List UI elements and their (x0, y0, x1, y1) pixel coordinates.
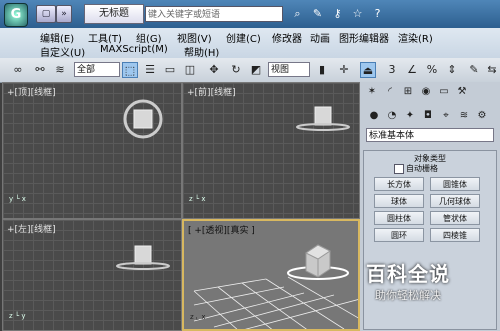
spinner-snap-icon[interactable]: ⇕ (444, 62, 460, 78)
menu-create[interactable]: 创建(C) (226, 30, 261, 45)
viewport-top-label[interactable]: +[顶][线框] (7, 85, 56, 98)
display-tab-icon[interactable]: ▭ (436, 85, 452, 99)
main-toolbar: ∞ ⚯ ≋ 全部 ⬚ ☰ ▭ ◫ ✥ ↻ ◩ 视图 ▮ ✛ ⏏ 3 ∠ % ⇕ … (0, 58, 500, 83)
torus-button[interactable]: 圆环 (374, 228, 424, 242)
menu-help[interactable]: 帮助(H) (184, 44, 219, 59)
app-logo-button[interactable]: G (4, 3, 28, 27)
utilities-tab-icon[interactable]: ⚒ (454, 85, 470, 99)
menu-tools[interactable]: 工具(T) (88, 30, 122, 45)
cone-button[interactable]: 圆锥体 (430, 177, 480, 191)
shapes-icon[interactable]: ◔ (384, 109, 400, 123)
search-input[interactable]: 键入关键字或短语 (145, 6, 283, 22)
autogrid-label: 自动栅格 (406, 164, 438, 173)
sphere-button[interactable]: 球体 (374, 194, 424, 208)
help-icon[interactable]: ? (370, 6, 385, 21)
document-title: 无标题 (84, 4, 144, 24)
selection-filter-select[interactable]: 全部 (74, 62, 120, 77)
object-category-select[interactable]: 标准基本体 (366, 128, 494, 142)
geosphere-button[interactable]: 几何球体 (430, 194, 480, 208)
percent-snap-icon[interactable]: % (424, 62, 440, 78)
menu-rendering[interactable]: 渲染(R) (398, 30, 433, 45)
create-tab-icon[interactable]: ✶ (364, 85, 380, 99)
viewport-front[interactable]: +[前][线框] z └ x (182, 82, 360, 219)
watermark-logo: 百科全说 助你轻松解决 (348, 258, 468, 304)
pivot-center-icon[interactable]: ▮ (314, 62, 330, 78)
bind-space-warp-icon[interactable]: ≋ (52, 62, 68, 78)
quick-access-more-icon[interactable]: » (56, 5, 72, 23)
menu-views[interactable]: 视图(V) (177, 30, 212, 45)
wrench-icon[interactable]: ✎ (310, 6, 325, 21)
key-icon[interactable]: ⚷ (330, 6, 345, 21)
modify-tab-icon[interactable]: ◜ (382, 85, 398, 99)
box-button[interactable]: 长方体 (374, 177, 424, 191)
manipulate-icon[interactable]: ✛ (336, 62, 352, 78)
viewport-left[interactable]: +[左][线框] z └ y (2, 219, 182, 331)
front-view-object (296, 106, 350, 131)
tube-button[interactable]: 管状体 (430, 211, 480, 225)
snaps-toggle-icon[interactable]: 3 (384, 62, 400, 78)
menu-graph-editors[interactable]: 图形编辑器 (339, 30, 389, 45)
menu-customize[interactable]: 自定义(U) (40, 44, 85, 59)
axis-tripod-icon: z └ y (9, 312, 26, 320)
autogrid-checkbox[interactable] (394, 164, 404, 174)
title-bar: G ▢ » 无标题 键入关键字或短语 ⌕ ✎ ⚷ ☆ ? (0, 0, 500, 28)
motion-tab-icon[interactable]: ◉ (418, 85, 434, 99)
viewport-front-label[interactable]: +[前][线框] (187, 85, 236, 98)
unlink-icon[interactable]: ⚯ (32, 62, 48, 78)
select-and-move-icon[interactable]: ✥ (206, 62, 222, 78)
pyramid-button[interactable]: 四棱锥 (430, 228, 480, 242)
select-and-rotate-icon[interactable]: ↻ (228, 62, 244, 78)
reference-coordinate-select[interactable]: 视图 (268, 62, 310, 77)
menu-maxscript[interactable]: MAXScript(M) (100, 44, 168, 55)
select-object-icon[interactable]: ⬚ (122, 62, 138, 78)
select-and-scale-icon[interactable]: ◩ (248, 62, 264, 78)
axis-tripod-icon: z ⌞ x (190, 313, 206, 321)
systems-icon[interactable]: ⚙ (474, 109, 490, 123)
menu-edit[interactable]: 编辑(E) (40, 30, 74, 45)
star-icon[interactable]: ☆ (350, 6, 365, 21)
named-selection-icon[interactable]: ✎ (466, 62, 482, 78)
menu-group[interactable]: 组(G) (136, 30, 162, 45)
watermark-title: 百科全说 (366, 262, 450, 286)
quick-access-new-icon[interactable]: ▢ (36, 5, 56, 23)
helpers-icon[interactable]: ⌖ (438, 109, 454, 123)
perspective-grid (193, 244, 358, 329)
link-icon[interactable]: ∞ (10, 62, 26, 78)
menu-animation[interactable]: 动画 (310, 30, 330, 45)
axis-tripod-icon: y └ x (9, 195, 26, 203)
cylinder-button[interactable]: 圆柱体 (374, 211, 424, 225)
window-crossing-icon[interactable]: ◫ (182, 62, 198, 78)
menu-bar: 编辑(E) 工具(T) 组(G) 视图(V) 创建(C) 修改器 动画 图形编辑… (0, 28, 500, 59)
left-view-object (116, 245, 170, 270)
viewport-left-label[interactable]: +[左][线框] (7, 222, 56, 235)
select-by-name-icon[interactable]: ☰ (142, 62, 158, 78)
lights-icon[interactable]: ✦ (402, 109, 418, 123)
axis-tripod-icon: z └ x (189, 195, 206, 203)
watermark-subtitle: 助你轻松解决 (375, 289, 441, 302)
angle-snap-icon[interactable]: ∠ (404, 62, 420, 78)
binoculars-search-icon[interactable]: ⌕ (290, 6, 305, 21)
menu-modifiers[interactable]: 修改器 (272, 30, 302, 45)
hierarchy-tab-icon[interactable]: ⊞ (400, 85, 416, 99)
mirror-icon[interactable]: ⇆ (484, 62, 500, 78)
rectangular-selection-icon[interactable]: ▭ (162, 62, 178, 78)
viewport-top[interactable]: +[顶][线框] y └ x (2, 82, 182, 219)
cameras-icon[interactable]: ◘ (420, 109, 436, 123)
top-view-object (123, 99, 163, 139)
geometry-icon[interactable]: ● (366, 109, 382, 123)
space-warps-icon[interactable]: ≋ (456, 109, 472, 123)
viewport-perspective[interactable]: [ +[透视][真实 ] z ⌞ x (182, 219, 360, 331)
keyboard-shortcut-override-icon[interactable]: ⏏ (360, 62, 376, 78)
